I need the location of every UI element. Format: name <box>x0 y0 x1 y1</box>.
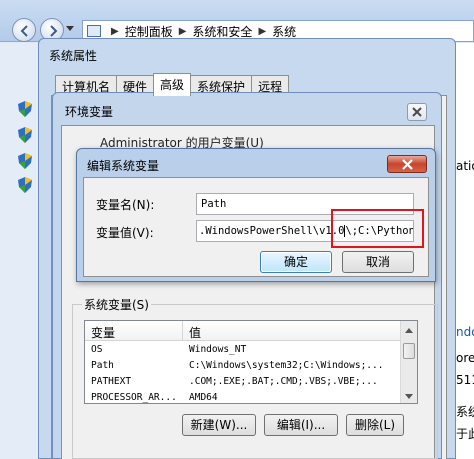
variable-name: Path <box>91 359 114 371</box>
breadcrumb-system[interactable]: 系统 <box>272 23 296 40</box>
back-button[interactable] <box>12 18 36 42</box>
vertical-scrollbar[interactable] <box>400 321 417 403</box>
breadcrumb-separator-icon: ▶ <box>258 25 267 37</box>
breadcrumb-separator-icon: ▶ <box>111 25 119 37</box>
variable-value: AMD64 <box>189 391 218 403</box>
shield-icon[interactable] <box>18 153 32 169</box>
variable-name: PROCESSOR_AR... <box>91 391 177 403</box>
variable-value: C:\Windows\system32;C:\Windows;... <box>189 359 384 371</box>
control-panel-icon <box>87 25 101 37</box>
window-title: 系统属性 <box>49 49 98 63</box>
annotation-highlight-box <box>331 209 424 248</box>
system-variables-label: 系统变量(S) <box>82 296 151 313</box>
variable-name: PATHEXT <box>91 375 132 387</box>
column-header-variable[interactable]: 变量 <box>85 321 183 340</box>
content-text: 系统 <box>456 405 474 419</box>
arrow-right-icon <box>50 25 58 37</box>
close-icon <box>412 107 422 117</box>
content-text: ore <box>456 351 474 365</box>
dialog-title: 编辑系统变量 <box>87 159 160 173</box>
list-header: 变量 值 <box>85 321 417 341</box>
shield-icon[interactable] <box>18 127 32 143</box>
table-row[interactable]: PATHEXT .COM;.EXE;.BAT;.CMD;.VBS;.VBE;..… <box>85 373 417 389</box>
tab-advanced[interactable]: 高级 <box>153 73 192 96</box>
content-text: ation <box>456 159 474 173</box>
new-button[interactable]: 新建(W)... <box>182 414 256 436</box>
column-header-value[interactable]: 值 <box>183 321 207 340</box>
close-button[interactable] <box>407 103 427 121</box>
chevron-down-icon[interactable] <box>66 26 74 32</box>
scroll-up-icon[interactable] <box>404 326 414 334</box>
window-title: 环境变量 <box>65 105 114 119</box>
close-icon <box>402 159 413 170</box>
explorer-toolbar: ▶ 控制面板 ▶ 系统和安全 ▶ 系统 <box>0 0 474 42</box>
scroll-down-icon[interactable] <box>404 393 414 401</box>
arrow-left-icon <box>20 25 28 37</box>
edit-button[interactable]: 编辑(I)... <box>264 414 338 436</box>
table-row[interactable]: Path C:\Windows\system32;C:\Windows;... <box>85 357 417 373</box>
breadcrumb-separator-icon: ▶ <box>178 25 187 37</box>
variable-value: .COM;.EXE;.BAT;.CMD;.VBS;.VBE;... <box>189 375 378 387</box>
table-row[interactable]: PROCESSOR_AR... AMD64 <box>85 389 417 403</box>
value-text-before-caret: .WindowsPowerShell\v1.0 <box>199 225 345 237</box>
scroll-thumb[interactable] <box>403 343 415 359</box>
close-button[interactable] <box>387 155 427 173</box>
shield-icon[interactable] <box>18 177 32 193</box>
variable-value-label: 变量值(V): <box>96 226 154 240</box>
table-row[interactable]: OS Windows_NT <box>85 341 417 357</box>
explorer-left-panel <box>0 43 38 459</box>
variable-name-value: Path <box>201 198 227 210</box>
variable-name: OS <box>91 343 103 355</box>
system-variables-list[interactable]: 变量 值 OS Windows_NT Path C:\Windows\syste… <box>84 320 418 404</box>
content-link[interactable]: ndo <box>456 325 474 339</box>
content-text: 于此 <box>456 427 474 441</box>
cancel-button[interactable]: 取消 <box>342 251 414 273</box>
variable-name-label: 变量名(N): <box>96 198 155 212</box>
content-text: 511 <box>456 373 474 387</box>
variable-value: Windows_NT <box>189 343 247 355</box>
ok-button[interactable]: 确定 <box>260 251 332 273</box>
breadcrumb-control-panel[interactable]: 控制面板 <box>125 23 173 40</box>
breadcrumb-system-security[interactable]: 系统和安全 <box>192 23 252 40</box>
delete-button[interactable]: 删除(L) <box>346 414 404 436</box>
shield-icon[interactable] <box>18 101 32 117</box>
